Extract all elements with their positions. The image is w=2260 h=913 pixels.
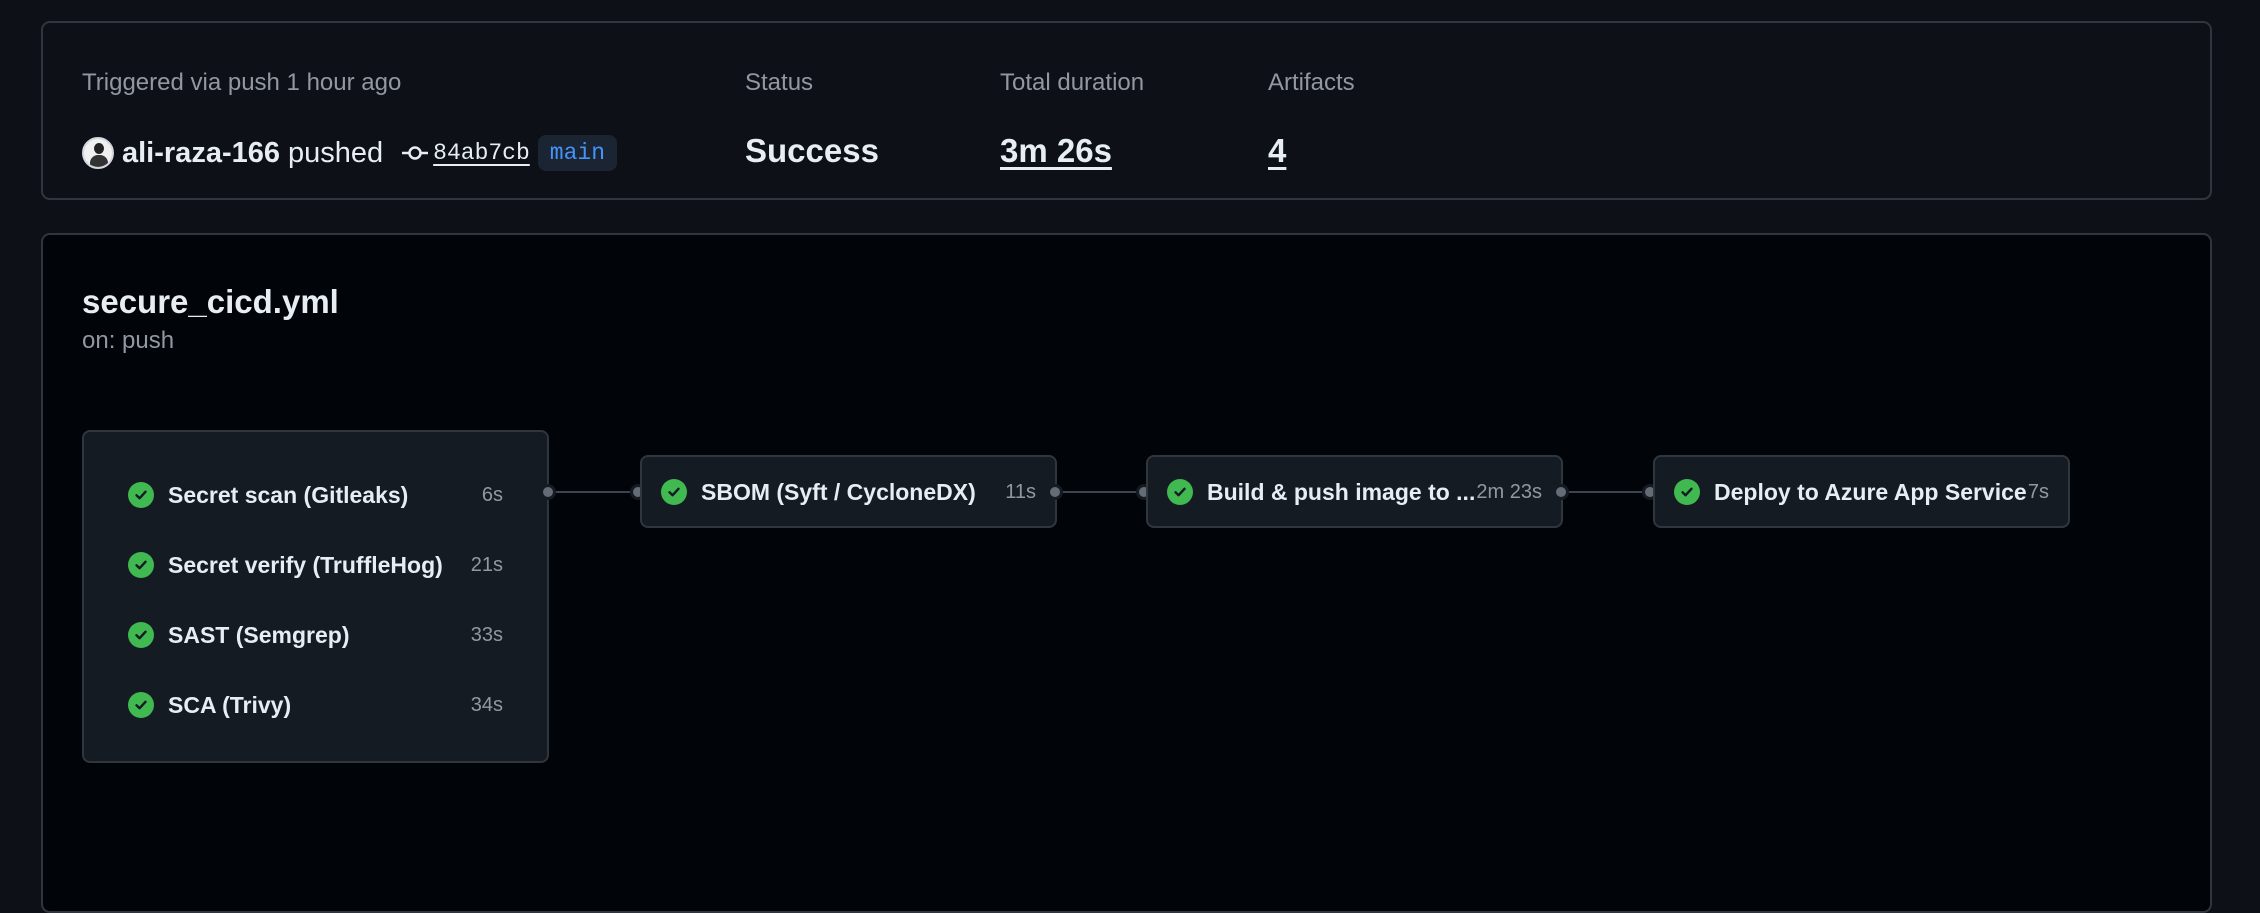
- connector-dot: [1047, 484, 1063, 500]
- job-sca[interactable]: SCA (Trivy) 34s: [128, 680, 503, 730]
- check-circle-icon: [128, 692, 154, 718]
- workflow-trigger: on: push: [82, 327, 175, 354]
- job-build-push[interactable]: Build & push image to ... 2m 23s: [1146, 455, 1563, 528]
- git-commit-icon: [402, 146, 429, 160]
- job-sbom[interactable]: SBOM (Syft / CycloneDX) 11s: [640, 455, 1057, 528]
- job-row[interactable]: SBOM (Syft / CycloneDX) 11s: [661, 467, 1036, 517]
- job-name: Build & push image to ...: [1207, 478, 1476, 505]
- duration-link[interactable]: 3m 26s: [1000, 132, 1112, 170]
- job-duration: 33s: [470, 623, 503, 646]
- artifacts-link[interactable]: 4: [1268, 132, 1286, 170]
- check-circle-icon: [1674, 479, 1700, 505]
- trigger-text: Triggered via push 1 hour ago: [82, 69, 402, 96]
- check-circle-icon: [128, 552, 154, 578]
- commit-sha-link[interactable]: 84ab7cb: [433, 140, 530, 166]
- artifacts-label: Artifacts: [1268, 69, 1355, 96]
- duration-label: Total duration: [1000, 69, 1145, 96]
- job-duration: 2m 23s: [1476, 480, 1542, 503]
- run-summary: Triggered via push 1 hour ago ali-raza-1…: [41, 21, 2212, 200]
- job-group-security-scans: Secret scan (Gitleaks) 6s Secret verify …: [82, 430, 549, 763]
- status-label: Status: [745, 69, 814, 96]
- action-text: pushed: [288, 136, 384, 169]
- job-secret-verify[interactable]: Secret verify (TruffleHog) 21s: [128, 540, 503, 590]
- job-duration: 11s: [1005, 480, 1036, 503]
- job-name: SCA (Trivy): [168, 691, 292, 718]
- connector-dot: [540, 484, 556, 500]
- check-circle-icon: [128, 482, 154, 508]
- status-value: Success: [745, 132, 879, 169]
- job-sast[interactable]: SAST (Semgrep) 33s: [128, 610, 503, 660]
- avatar[interactable]: [82, 137, 114, 169]
- check-circle-icon: [1167, 479, 1193, 505]
- job-duration: 34s: [470, 693, 503, 716]
- job-row[interactable]: Build & push image to ... 2m 23s: [1167, 467, 1542, 517]
- workflow-name: secure_cicd.yml: [82, 283, 339, 320]
- check-circle-icon: [661, 479, 687, 505]
- branch-badge[interactable]: main: [537, 135, 617, 171]
- job-duration: 21s: [470, 553, 503, 576]
- workflow-graph: secure_cicd.yml on: push Secret scan (Gi…: [41, 233, 2212, 913]
- push-info: ali-raza-166 pushed 84ab7cb main: [82, 133, 617, 173]
- job-name: Secret scan (Gitleaks): [168, 481, 409, 508]
- check-circle-icon: [128, 622, 154, 648]
- job-duration: 7s: [2027, 480, 2049, 503]
- job-deploy[interactable]: Deploy to Azure App Service 7s: [1653, 455, 2070, 528]
- job-row[interactable]: Deploy to Azure App Service 7s: [1674, 467, 2049, 517]
- job-name: SBOM (Syft / CycloneDX): [701, 478, 976, 505]
- connector-dot: [1553, 484, 1569, 500]
- job-name: Deploy to Azure App Service: [1714, 478, 2027, 505]
- job-secret-scan[interactable]: Secret scan (Gitleaks) 6s: [128, 470, 503, 520]
- actor-link[interactable]: ali-raza-166: [122, 137, 280, 170]
- job-duration: 6s: [481, 483, 503, 506]
- job-name: SAST (Semgrep): [168, 621, 350, 648]
- job-name: Secret verify (TruffleHog): [168, 551, 443, 578]
